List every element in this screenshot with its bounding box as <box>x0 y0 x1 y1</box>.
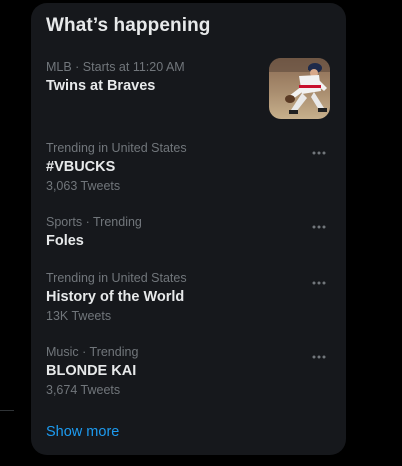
more-options-button[interactable] <box>308 146 330 160</box>
trend-item-foles[interactable]: Sports · Trending Foles <box>31 215 346 259</box>
whats-happening-card: What’s happening MLB · Starts at 11:20 A… <box>31 3 346 455</box>
trend-item-vbucks[interactable]: Trending in United States #VBUCKS 3,063 … <box>31 141 346 201</box>
more-horizontal-icon <box>312 225 326 229</box>
trend-name: History of the World <box>46 289 185 305</box>
more-options-button[interactable] <box>308 276 330 290</box>
trend-tweet-count: 3,674 Tweets <box>46 383 121 397</box>
trend-meta: Sports · Trending <box>46 215 142 229</box>
more-horizontal-icon <box>312 151 326 155</box>
more-horizontal-icon <box>312 355 326 359</box>
left-divider <box>0 410 14 411</box>
trend-name: Foles <box>46 233 84 249</box>
trend-tweet-count: 13K Tweets <box>46 309 112 323</box>
page: What’s happening MLB · Starts at 11:20 A… <box>0 0 402 466</box>
trend-tweet-count: 3,063 Tweets <box>46 179 121 193</box>
more-options-button[interactable] <box>308 220 330 234</box>
show-more-link[interactable]: Show more <box>46 424 119 440</box>
more-horizontal-icon <box>312 281 326 285</box>
trend-item-blonde-kai[interactable]: Music · Trending BLONDE KAI 3,674 Tweets <box>31 345 346 405</box>
trend-meta: Trending in United States <box>46 141 187 155</box>
trend-meta: Music · Trending <box>46 345 139 359</box>
card-title: What’s happening <box>46 15 211 36</box>
trend-name: Twins at Braves <box>46 78 156 94</box>
trend-meta: MLB · Starts at 11:20 AM <box>46 60 185 74</box>
trend-name: BLONDE KAI <box>46 363 137 379</box>
event-thumbnail[interactable] <box>269 58 330 119</box>
baseball-player-photo <box>269 58 330 119</box>
trend-meta: Trending in United States <box>46 271 187 285</box>
trend-item-twins-at-braves[interactable]: MLB · Starts at 11:20 AM Twins at Braves <box>31 58 346 130</box>
trend-item-history-of-the-world[interactable]: Trending in United States History of the… <box>31 271 346 331</box>
trend-name: #VBUCKS <box>46 159 116 175</box>
more-options-button[interactable] <box>308 350 330 364</box>
